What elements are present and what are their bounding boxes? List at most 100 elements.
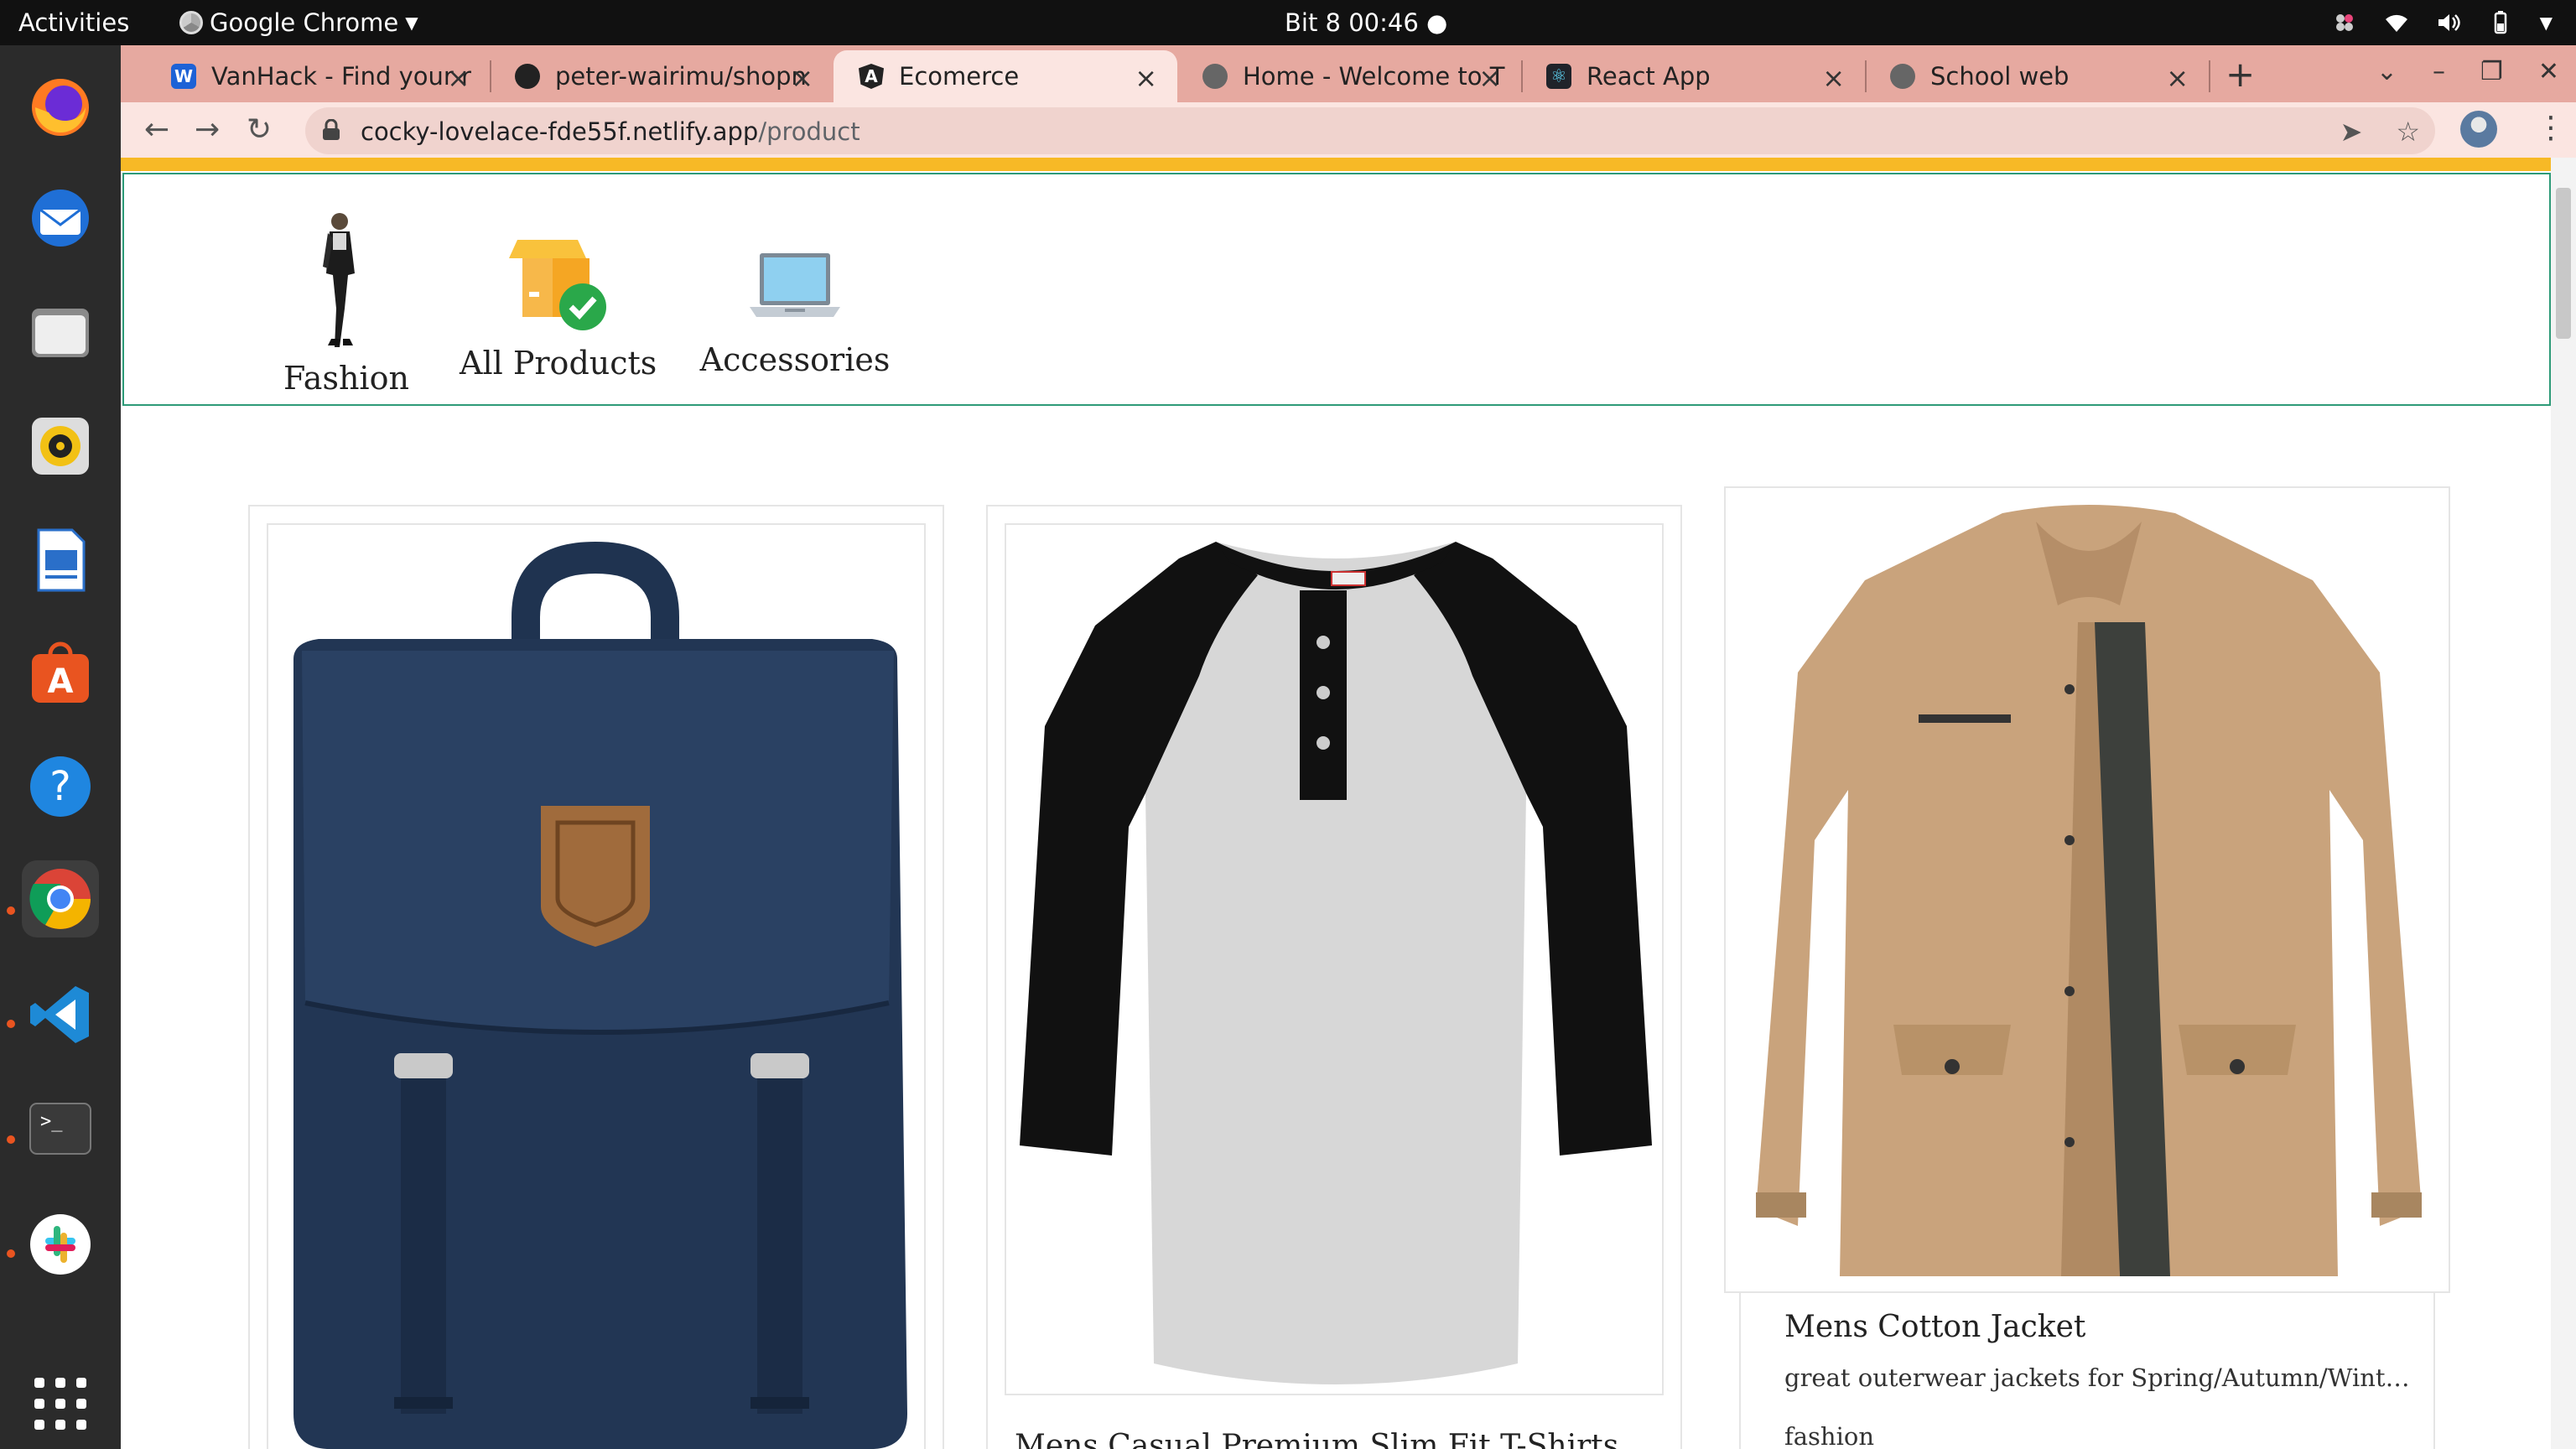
help-icon[interactable]: ? — [22, 748, 99, 825]
rhythmbox-icon[interactable] — [22, 408, 99, 485]
category-accessories[interactable]: Accessories — [694, 250, 896, 378]
slack-icon[interactable] — [22, 1206, 99, 1283]
page-scrollbar[interactable] — [2551, 158, 2576, 1449]
globe-icon — [1890, 64, 1915, 89]
system-menu-caret-icon[interactable]: ▼ — [2540, 8, 2553, 38]
close-icon[interactable]: × — [791, 62, 813, 94]
restore-icon[interactable]: ❐ — [2480, 57, 2503, 86]
product-image[interactable] — [1724, 486, 2450, 1293]
tab-ecomerce[interactable]: A Ecomerce × — [834, 50, 1177, 102]
product-title[interactable]: Mens Casual Premium Slim Fit T-Shirts — [1015, 1429, 1618, 1449]
thunderbird-icon[interactable] — [22, 179, 99, 257]
firefox-icon[interactable] — [22, 67, 99, 144]
chrome-app-icon — [179, 11, 203, 34]
category-label: Accessories — [699, 341, 891, 378]
svg-text:A: A — [48, 662, 74, 701]
tab-home-welcome[interactable]: Home - Welcome to T × — [1177, 50, 1521, 102]
slack-tray-icon[interactable] — [2332, 10, 2357, 35]
close-icon[interactable]: × — [1822, 62, 1845, 94]
product-card[interactable]: Mens Casual Premium Slim Fit T-Shirts — [986, 505, 1682, 1449]
svg-text:>_: >_ — [40, 1111, 63, 1132]
battery-icon[interactable] — [2488, 10, 2513, 35]
running-indicator — [7, 906, 15, 915]
lock-icon[interactable] — [322, 119, 340, 141]
product-image[interactable] — [1005, 523, 1664, 1395]
tab-search-chevron-icon[interactable]: ⌄ — [2376, 57, 2397, 86]
tab-vanhack[interactable]: W VanHack - Find your r × — [146, 50, 490, 102]
wifi-icon[interactable] — [2384, 10, 2409, 35]
url-text: cocky-lovelace-fde55f.netlify.app/produc… — [361, 117, 860, 146]
vanhack-icon: W — [171, 64, 196, 89]
running-indicator — [7, 1249, 15, 1258]
caret-down-icon: ▼ — [405, 13, 418, 33]
url-path: /product — [758, 117, 860, 146]
tab-react-app[interactable]: ⚛ React App × — [1521, 50, 1865, 102]
accent-bar — [121, 158, 2551, 171]
chrome-window: W VanHack - Find your r × peter-wairimu/… — [121, 45, 2576, 1449]
address-bar[interactable]: cocky-lovelace-fde55f.netlify.app/produc… — [305, 107, 2435, 154]
activities-button[interactable]: Activities — [18, 8, 129, 38]
back-arrow-icon[interactable]: ← — [144, 112, 169, 147]
running-indicator — [7, 1135, 15, 1144]
files-icon[interactable] — [22, 293, 99, 371]
system-top-bar: Activities Google Chrome ▼ Bit 8 00:46 ●… — [0, 0, 2576, 45]
category-label: Fashion — [283, 360, 409, 397]
product-description: great outerwear jackets for Spring/Autum… — [1784, 1363, 2422, 1392]
product-card[interactable] — [248, 505, 944, 1449]
raglan-tshirt-image — [1020, 542, 1652, 1384]
laptop-icon — [750, 253, 840, 317]
close-icon[interactable]: × — [2166, 62, 2189, 94]
browser-toolbar: ← → ↻ cocky-lovelace-fde55f.netlify.app/… — [121, 102, 2576, 158]
category-nav: Fashion All Products Accessories — [122, 173, 2551, 406]
kebab-menu-icon[interactable]: ⋮ — [2536, 111, 2566, 145]
category-all-products[interactable]: All Products — [460, 233, 657, 382]
minimize-icon[interactable]: – — [2433, 57, 2445, 86]
product-image[interactable] — [267, 523, 926, 1449]
tab-school-web[interactable]: School web × — [1865, 50, 2209, 102]
libreoffice-writer-icon[interactable] — [22, 522, 99, 599]
angular-icon: A — [859, 64, 884, 89]
globe-icon — [1202, 64, 1228, 89]
show-apps-grid-icon[interactable] — [22, 1365, 99, 1442]
bookmark-star-icon[interactable]: ☆ — [2396, 116, 2420, 148]
clock[interactable]: Bit 8 00:46 ● — [1285, 8, 1447, 38]
profile-avatar[interactable] — [2460, 111, 2497, 148]
scrollbar-thumb[interactable] — [2556, 188, 2571, 339]
product-card[interactable]: Mens Cotton Jacket great outerwear jacke… — [1724, 486, 2450, 1449]
tan-cotton-jacket-image — [1756, 505, 2422, 1276]
forward-arrow-icon[interactable]: → — [195, 112, 220, 147]
close-icon[interactable]: × — [1478, 62, 1501, 94]
clock-text: Bit 8 00:46 — [1285, 8, 1419, 37]
volume-icon[interactable] — [2436, 10, 2461, 35]
chrome-dock-icon[interactable] — [22, 860, 99, 937]
category-label: All Products — [460, 345, 657, 382]
system-tray[interactable]: ▼ — [2332, 8, 2553, 38]
send-share-icon[interactable]: ➤ — [2340, 116, 2363, 148]
vscode-icon[interactable] — [22, 976, 99, 1053]
product-title[interactable]: Mens Cotton Jacket — [1784, 1310, 2085, 1344]
running-indicator — [7, 1020, 15, 1028]
product-category: fashion — [1784, 1422, 1874, 1449]
navy-backpack-image — [293, 542, 907, 1449]
ubuntu-dock: A ? >_ — [0, 45, 121, 1449]
close-icon[interactable]: × — [1135, 62, 1157, 94]
app-menu[interactable]: Google Chrome ▼ — [179, 8, 418, 38]
boxes-check-icon — [509, 240, 606, 330]
terminal-icon[interactable]: >_ — [22, 1090, 99, 1167]
tab-github[interactable]: peter-wairimu/shopn × — [490, 50, 834, 102]
omnibox-actions: ➤ ☆ — [2340, 116, 2421, 148]
category-fashion[interactable]: Fashion — [283, 208, 409, 397]
new-tab-plus-icon[interactable]: + — [2225, 54, 2255, 95]
tab-separator — [2209, 60, 2210, 92]
url-host: cocky-lovelace-fde55f.netlify.app — [361, 117, 759, 146]
page-viewport: Fashion All Products Accessories Mens Ca… — [121, 158, 2576, 1449]
tab-strip: W VanHack - Find your r × peter-wairimu/… — [121, 45, 2576, 102]
reload-icon[interactable]: ↻ — [247, 112, 272, 147]
window-close-icon[interactable]: ✕ — [2538, 57, 2559, 86]
github-icon — [515, 64, 540, 89]
app-menu-label: Google Chrome — [210, 8, 399, 37]
software-center-icon[interactable]: A — [22, 634, 99, 711]
close-icon[interactable]: × — [447, 62, 470, 94]
react-icon: ⚛ — [1546, 64, 1571, 89]
notification-dot-icon: ● — [1426, 8, 1448, 37]
